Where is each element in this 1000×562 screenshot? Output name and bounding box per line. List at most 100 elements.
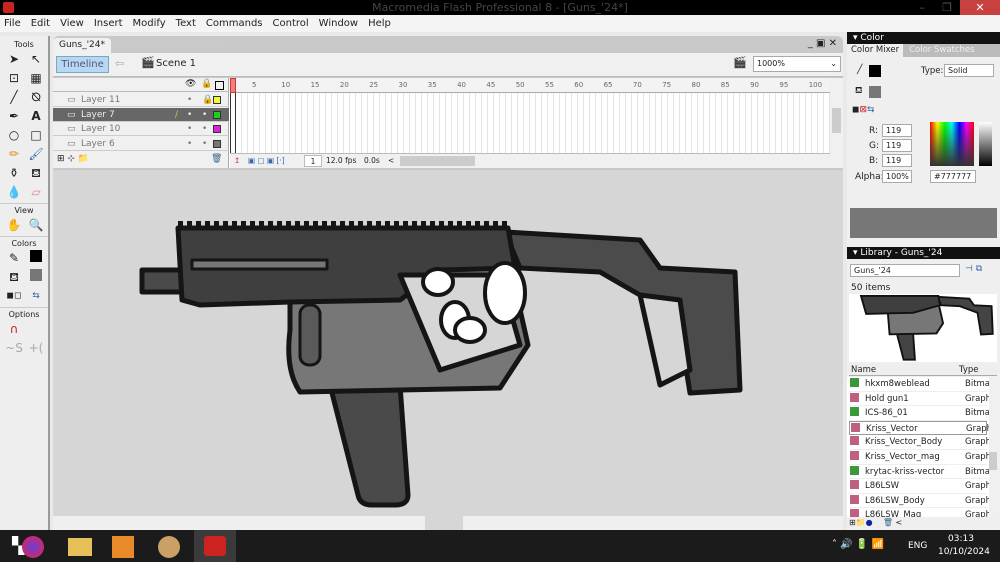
minimize-button[interactable]: – <box>920 0 926 15</box>
library-vscrollbar[interactable] <box>989 377 999 517</box>
snap-magnet-icon[interactable]: ∩ <box>4 321 24 338</box>
media-player-icon[interactable] <box>112 536 134 558</box>
menu-text[interactable]: Text <box>176 18 196 29</box>
menu-edit[interactable]: Edit <box>31 18 50 29</box>
stage[interactable] <box>53 170 843 516</box>
zoom-select[interactable]: 1000% ⌄ <box>753 56 841 72</box>
timeline-toggle-button[interactable]: Timeline <box>56 56 109 73</box>
lasso-tool-icon[interactable]: ⦰ <box>26 89 46 106</box>
menu-window[interactable]: Window <box>319 18 358 29</box>
maximize-button[interactable]: ❐ <box>942 0 952 15</box>
selection-tool-icon[interactable]: ➤ <box>4 51 24 68</box>
playhead[interactable] <box>230 78 236 93</box>
stroke-color-swatch[interactable] <box>26 250 46 267</box>
scroll-left-icon[interactable]: < <box>388 154 394 168</box>
timeline-hscroll-thumb[interactable] <box>400 156 475 166</box>
keyframes-column[interactable] <box>230 93 236 153</box>
column-name[interactable]: Name <box>851 364 876 376</box>
r-input[interactable]: 119 <box>882 124 912 137</box>
edit-scene-icon[interactable]: 🎬 <box>733 56 747 69</box>
lock-dot[interactable]: • <box>202 108 207 122</box>
eye-icon[interactable]: 👁 <box>185 79 196 89</box>
library-item[interactable]: krytac-kriss-vector Bitmap <box>849 465 989 480</box>
menu-modify[interactable]: Modify <box>133 18 166 29</box>
column-type[interactable]: Type <box>959 364 979 376</box>
eraser-tool-icon[interactable]: ▱ <box>26 184 46 201</box>
library-item[interactable]: L86LSW Graphic <box>849 479 989 494</box>
library-item[interactable]: Hold gun1 Graphic <box>849 392 989 407</box>
rectangle-tool-icon[interactable]: □ <box>26 127 46 144</box>
frame-ruler[interactable]: 5 10 15 20 25 30 35 40 45 50 55 60 65 70 75 80 85 90 95 100 <box>230 78 830 93</box>
back-arrow-icon[interactable]: ⇦ <box>115 57 124 70</box>
layer-color-swatch[interactable] <box>213 125 221 134</box>
layer-row[interactable]: ▭ Layer 10 • • <box>53 122 229 137</box>
paint-bucket-tool-icon[interactable]: ⛾ <box>26 165 46 182</box>
menu-commands[interactable]: Commands <box>206 18 263 29</box>
clock-date[interactable]: 10/10/2024 <box>938 547 990 557</box>
timeline-vscrollbar[interactable] <box>830 78 843 168</box>
hex-input[interactable]: #777777 <box>930 170 976 183</box>
alpha-input[interactable]: 100% <box>882 170 912 183</box>
fill-color-swatch[interactable] <box>869 86 881 98</box>
visibility-dot[interactable]: • <box>187 137 192 151</box>
tab-color-mixer[interactable]: Color Mixer <box>847 44 904 57</box>
lock-dot[interactable]: 🔒 <box>202 93 213 107</box>
pen-tool-icon[interactable]: ✒ <box>4 108 24 125</box>
onion-skin-icons[interactable]: ▣ ▢ ▣ [·] <box>248 154 285 168</box>
stroke-color-swatch[interactable] <box>869 65 881 77</box>
tab-guns-24[interactable]: Guns_'24* <box>53 38 111 53</box>
library-item[interactable]: hkxm8weblead Bitmap <box>849 377 989 392</box>
brightness-slider[interactable] <box>979 122 992 166</box>
layer-row[interactable]: ▭ Layer 11 • 🔒 <box>53 93 229 107</box>
lock-dot[interactable]: • <box>202 137 207 151</box>
type-select[interactable]: Solid <box>944 64 994 77</box>
visibility-dot[interactable]: • <box>187 108 192 122</box>
b-input[interactable]: 119 <box>882 154 912 167</box>
hand-tool-icon[interactable]: ✋ <box>4 217 24 234</box>
outline-icon[interactable] <box>215 81 224 90</box>
color-panel-header[interactable]: ▾ Color <box>847 32 1000 44</box>
fill-transform-tool-icon[interactable]: ▦ <box>26 70 46 87</box>
library-item[interactable]: L86LSW_Body Graphic <box>849 494 989 509</box>
firefox-icon[interactable] <box>22 536 44 558</box>
stage-hscrollbar[interactable] <box>53 516 843 530</box>
lock-icon[interactable]: 🔒 <box>201 79 212 89</box>
g-input[interactable]: 119 <box>882 139 912 152</box>
frame-rate[interactable]: 12.0 fps <box>326 154 356 168</box>
pencil-tool-icon[interactable]: ✏ <box>4 146 24 163</box>
frame-grid[interactable] <box>230 93 830 153</box>
menu-help[interactable]: Help <box>368 18 391 29</box>
delete-layer-trash-icon[interactable]: 🗑 <box>211 154 222 164</box>
visibility-dot[interactable]: • <box>187 122 192 136</box>
clock-time[interactable]: 03:13 <box>948 534 974 544</box>
layer-color-swatch[interactable] <box>213 96 221 104</box>
library-item[interactable]: Kriss_Vector Graphic <box>849 420 990 436</box>
ink-bottle-tool-icon[interactable]: ⚱ <box>4 165 24 182</box>
paint-icon[interactable] <box>158 536 180 558</box>
black-white-icon[interactable]: ◼◻ <box>4 288 24 305</box>
layer-row[interactable]: ▭ Layer 6 • • <box>53 137 229 152</box>
zoom-tool-icon[interactable]: 🔍 <box>26 217 46 234</box>
visibility-dot[interactable]: • <box>187 93 192 107</box>
menu-insert[interactable]: Insert <box>94 18 123 29</box>
library-item[interactable]: L86LSW_Mag Graphic <box>849 508 989 517</box>
smooth-icon[interactable]: ~S <box>4 340 24 357</box>
doc-window-controls[interactable]: _ ▣ ✕ <box>808 38 843 53</box>
flash-taskbar-button[interactable] <box>194 530 236 562</box>
center-frame-icon[interactable]: ↥ <box>234 154 240 168</box>
layer-color-swatch[interactable] <box>213 140 221 149</box>
close-window-button[interactable]: ✕ <box>960 0 1000 15</box>
straighten-icon[interactable]: +( <box>26 340 46 357</box>
color-mode-icons[interactable]: ◼⊠⇆ <box>852 105 875 115</box>
layer-row[interactable]: ▭ Layer 7 / • • <box>53 107 229 122</box>
library-item[interactable]: Kriss_Vector_Body Graphic <box>849 435 989 450</box>
menu-view[interactable]: View <box>60 18 84 29</box>
library-panel-header[interactable]: ▾ Library - Guns_'24 <box>847 247 1000 259</box>
library-selector[interactable]: Guns_'24 <box>850 264 960 277</box>
language-indicator[interactable]: ENG <box>908 541 927 551</box>
tab-capitation[interactable]: Capitation 3 charaters* <box>111 38 228 53</box>
color-spectrum-picker[interactable] <box>930 122 974 166</box>
pin-library-icon[interactable]: ⊣ ⧉ <box>965 264 982 274</box>
swap-colors-icon[interactable]: ⇆ <box>26 288 46 305</box>
menu-control[interactable]: Control <box>273 18 309 29</box>
